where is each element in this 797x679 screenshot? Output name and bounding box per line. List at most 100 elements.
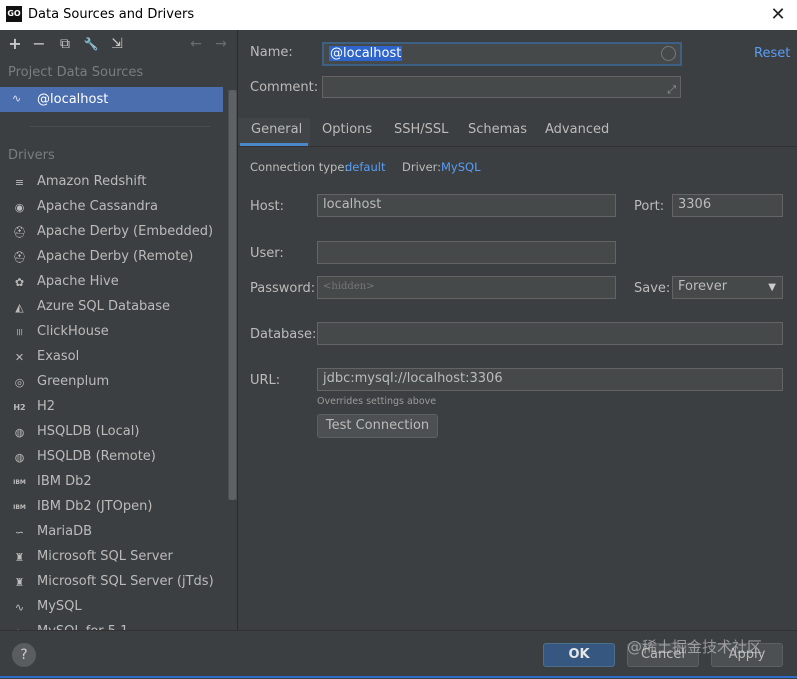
- data-source-item-localhost[interactable]: ∿ @localhost: [0, 87, 223, 112]
- divider: [30, 126, 210, 127]
- driver-label: ClickHouse: [37, 324, 109, 339]
- driver-label: Amazon Redshift: [37, 174, 147, 189]
- driver-item[interactable]: ||| ClickHouse: [0, 320, 228, 345]
- password-label: Password:: [250, 281, 316, 296]
- driver-item[interactable]: H2 H2: [0, 395, 228, 420]
- driver-item[interactable]: IBM IBM Db2 (JTOpen): [0, 495, 228, 520]
- driver-item[interactable]: ◍ HSQLDB (Local): [0, 420, 228, 445]
- driver-icon: ♜: [14, 551, 25, 564]
- port-input[interactable]: 3306: [672, 194, 783, 217]
- comment-field[interactable]: ⤢: [322, 76, 681, 98]
- driver-label: Microsoft SQL Server (jTds): [37, 574, 214, 589]
- driver-label: MySQL: [37, 599, 82, 614]
- driver-label: MariaDB: [37, 524, 93, 539]
- sidebar-toolbar: + − ⧉ 🔧 ⇲ ← →: [0, 30, 237, 58]
- password-input[interactable]: <hidden>: [317, 276, 616, 299]
- tab-ssh-ssl[interactable]: SSH/SSL: [394, 122, 448, 137]
- driver-item[interactable]: ≡ Amazon Redshift: [0, 170, 228, 195]
- port-label: Port:: [634, 199, 665, 214]
- project-data-sources-header: Project Data Sources: [8, 65, 144, 80]
- data-sources-sidebar: + − ⧉ 🔧 ⇲ ← → Project Data Sources ∿ @lo…: [0, 30, 237, 630]
- tab-schemas[interactable]: Schemas: [468, 122, 527, 137]
- app-logo-icon: GO: [6, 6, 22, 22]
- driver-item[interactable]: IBM IBM Db2: [0, 470, 228, 495]
- driver-icon: IBM: [13, 504, 26, 511]
- driver-item[interactable]: ◍ HSQLDB (Remote): [0, 445, 228, 470]
- driver-item[interactable]: ∿ MySQL: [0, 595, 228, 620]
- user-label: User:: [250, 246, 284, 261]
- import-icon[interactable]: ⇲: [109, 36, 125, 52]
- connection-type-link[interactable]: default: [345, 160, 385, 174]
- url-hint: Overrides settings above: [317, 396, 437, 407]
- help-icon[interactable]: ?: [12, 643, 36, 667]
- driver-item[interactable]: ◉ Apache Cassandra: [0, 195, 228, 220]
- ok-button[interactable]: OK: [543, 643, 615, 667]
- tab-advanced[interactable]: Advanced: [545, 122, 609, 137]
- sidebar-scrollbar[interactable]: [228, 90, 237, 500]
- tab-options[interactable]: Options: [322, 122, 372, 137]
- driver-label: HSQLDB (Local): [37, 424, 140, 439]
- driver-label: IBM Db2: [37, 474, 92, 489]
- driver-icon: ◍: [14, 426, 25, 439]
- watermark: @稀土掘金技术社区: [627, 638, 763, 656]
- driver-link[interactable]: MySQL: [441, 160, 481, 174]
- reset-link[interactable]: Reset: [754, 46, 790, 61]
- driver-icon: ∿: [14, 601, 25, 614]
- driver-item[interactable]: ♜ Microsoft SQL Server: [0, 545, 228, 570]
- comment-label: Comment:: [250, 80, 319, 95]
- forward-arrow-icon[interactable]: →: [213, 36, 229, 52]
- driver-item[interactable]: ⛑ Apache Derby (Remote): [0, 245, 228, 270]
- driver-item[interactable]: ✕ Exasol: [0, 345, 228, 370]
- driver-icon: IBM: [13, 479, 26, 486]
- driver-label: Exasol: [37, 349, 80, 364]
- drivers-list: ≡ Amazon Redshift ◉ Apache Cassandra ⛑ Apache…: [0, 170, 228, 630]
- host-input[interactable]: localhost: [317, 194, 616, 217]
- active-tab-indicator: [240, 143, 308, 146]
- user-input[interactable]: [317, 241, 616, 264]
- driver-icon: ◍: [14, 451, 25, 464]
- name-field[interactable]: @localhost: [322, 42, 682, 66]
- url-input[interactable]: jdbc:mysql://localhost:3306: [317, 368, 783, 391]
- driver-icon: ◉: [14, 201, 25, 214]
- driver-icon: ⛑: [12, 226, 27, 239]
- driver-icon: ⛑: [12, 251, 27, 264]
- test-connection-button[interactable]: Test Connection: [317, 414, 438, 438]
- driver-icon: ✿: [14, 276, 25, 289]
- duplicate-icon[interactable]: ⧉: [57, 36, 73, 52]
- add-icon[interactable]: +: [7, 36, 23, 52]
- dropdown-arrow-icon: ▼: [768, 282, 776, 293]
- driver-label: Azure SQL Database: [37, 299, 171, 314]
- save-select[interactable]: Forever ▼: [672, 276, 783, 299]
- driver-label: Driver:: [402, 160, 442, 174]
- color-circle-icon[interactable]: [661, 46, 676, 61]
- driver-label: Apache Derby (Remote): [37, 249, 194, 264]
- close-window-button[interactable]: ✕: [767, 4, 789, 26]
- driver-item[interactable]: ◭ Azure SQL Database: [0, 295, 228, 320]
- url-label: URL:: [250, 373, 281, 388]
- mysql-icon: ∿: [12, 92, 22, 105]
- window-title: Data Sources and Drivers: [28, 7, 195, 22]
- driver-icon: ◭: [15, 301, 24, 314]
- tab-general[interactable]: General: [251, 122, 302, 137]
- driver-icon: |||: [16, 329, 23, 336]
- driver-item[interactable]: ✿ Apache Hive: [0, 270, 228, 295]
- driver-item[interactable]: ♜ Microsoft SQL Server (jTds): [0, 570, 228, 595]
- database-input[interactable]: [317, 322, 783, 345]
- driver-item[interactable]: ∿MySQL for 5.1: [0, 620, 228, 630]
- remove-icon[interactable]: −: [31, 36, 47, 52]
- driver-icon: ◎: [14, 376, 25, 389]
- driver-item[interactable]: ⛑ Apache Derby (Embedded): [0, 220, 228, 245]
- back-arrow-icon[interactable]: ←: [188, 36, 204, 52]
- scrollbar-thumb[interactable]: [229, 90, 236, 500]
- driver-icon: ≡: [14, 176, 25, 189]
- expand-icon[interactable]: ⤢: [667, 80, 676, 100]
- data-source-form: Name: @localhost Reset Comment: ⤢ Genera…: [238, 30, 797, 630]
- wrench-icon[interactable]: 🔧: [83, 36, 99, 52]
- driver-label: Apache Cassandra: [37, 199, 158, 214]
- driver-label: IBM Db2 (JTOpen): [37, 499, 153, 514]
- driver-label: Greenplum: [37, 374, 110, 389]
- driver-item[interactable]: ◎ Greenplum: [0, 370, 228, 395]
- save-label: Save:: [634, 281, 671, 296]
- name-value: @localhost: [329, 46, 403, 61]
- driver-item[interactable]: ∽ MariaDB: [0, 520, 228, 545]
